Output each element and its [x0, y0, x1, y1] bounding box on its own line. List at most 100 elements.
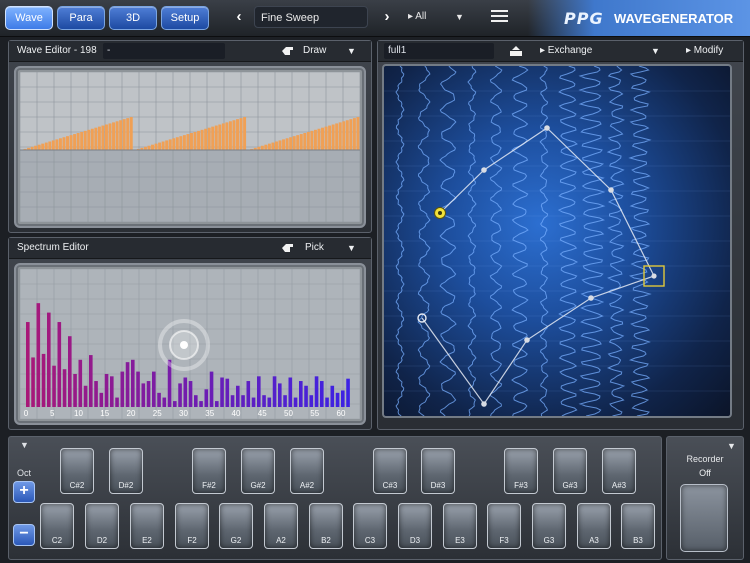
- envelope-node[interactable]: [481, 167, 487, 173]
- harmonic-bar[interactable]: [314, 376, 319, 407]
- harmonic-bar[interactable]: [146, 381, 151, 407]
- preset-name-field[interactable]: Fine Sweep: [254, 6, 368, 28]
- harmonic-bar[interactable]: [257, 376, 261, 407]
- wave-sample-bar[interactable]: [204, 128, 208, 150]
- morph-canvas[interactable]: [384, 66, 730, 416]
- wave-sample-bar[interactable]: [172, 138, 176, 150]
- harmonic-bar[interactable]: [52, 365, 56, 407]
- wave-sample-bar[interactable]: [345, 120, 349, 150]
- wave-sample-bar[interactable]: [41, 143, 45, 150]
- tab-wave[interactable]: Wave: [5, 6, 53, 30]
- wave-sample-bar[interactable]: [69, 135, 73, 150]
- harmonic-bar[interactable]: [152, 371, 156, 407]
- envelope-node[interactable]: [544, 125, 550, 131]
- harmonic-bar[interactable]: [267, 397, 272, 407]
- wave-sample-bar[interactable]: [271, 142, 275, 150]
- wave-sample-bar[interactable]: [193, 131, 197, 150]
- envelope-node[interactable]: [588, 295, 594, 301]
- chevron-down-icon[interactable]: ▼: [347, 41, 356, 61]
- wave-sample-bar[interactable]: [342, 121, 346, 150]
- wave-sample-bar[interactable]: [112, 122, 116, 150]
- harmonic-bar[interactable]: [335, 392, 340, 407]
- exchange-menu[interactable]: ▸ Exchange: [540, 41, 592, 61]
- tab-3d[interactable]: 3D: [109, 6, 157, 30]
- wave-sample-bar[interactable]: [80, 131, 84, 150]
- wave-sample-bar[interactable]: [186, 134, 190, 150]
- wave-sample-bar[interactable]: [349, 119, 353, 150]
- tab-para[interactable]: Para: [57, 6, 105, 30]
- pick-tool-label[interactable]: Pick: [305, 238, 324, 258]
- wave-sample-bar[interactable]: [282, 139, 286, 150]
- piano-key-d2[interactable]: D2: [85, 503, 119, 549]
- piano-key-c2[interactable]: C2: [40, 503, 74, 549]
- piano-key-g3[interactable]: G3: [532, 503, 566, 549]
- wave-editor-display[interactable]: [14, 66, 366, 228]
- harmonic-bar[interactable]: [188, 381, 193, 407]
- harmonic-bar[interactable]: [299, 381, 303, 407]
- harmonic-bar[interactable]: [94, 381, 98, 407]
- wave-sample-bar[interactable]: [264, 144, 268, 150]
- wave-sample-bar[interactable]: [338, 122, 342, 150]
- hand-icon[interactable]: [281, 45, 295, 57]
- wave-sample-bar[interactable]: [317, 128, 321, 150]
- piano-key-ds2[interactable]: D#2: [109, 448, 143, 494]
- modify-menu[interactable]: ▸ Modify: [686, 41, 723, 61]
- wave-sample-bar[interactable]: [292, 136, 296, 150]
- harmonic-bar[interactable]: [194, 395, 198, 407]
- wave-sample-bar[interactable]: [37, 144, 41, 150]
- wave-sample-bar[interactable]: [200, 129, 204, 150]
- wave-sample-bar[interactable]: [296, 135, 300, 150]
- wave-sample-bar[interactable]: [94, 127, 98, 150]
- harmonic-bar[interactable]: [283, 395, 287, 407]
- wave-sample-bar[interactable]: [87, 129, 91, 150]
- harmonic-bar[interactable]: [36, 303, 41, 407]
- wave-sample-bar[interactable]: [108, 123, 112, 150]
- piano-key-d3[interactable]: D3: [398, 503, 432, 549]
- wave-sample-bar[interactable]: [328, 125, 332, 150]
- wave-sample-bar[interactable]: [76, 133, 80, 150]
- wave-sample-bar[interactable]: [175, 137, 179, 150]
- piano-key-fs3[interactable]: F#3: [504, 448, 538, 494]
- envelope-node[interactable]: [643, 265, 665, 287]
- harmonic-bar[interactable]: [278, 383, 282, 407]
- wave-sample-bar[interactable]: [161, 141, 165, 151]
- wave-canvas[interactable]: [20, 72, 360, 222]
- wave-sample-bar[interactable]: [44, 142, 48, 150]
- piano-key-b2[interactable]: B2: [309, 503, 343, 549]
- harmonic-bar[interactable]: [199, 401, 203, 407]
- wave-sample-bar[interactable]: [207, 127, 211, 150]
- harmonic-bar[interactable]: [104, 373, 109, 407]
- wave-sample-bar[interactable]: [285, 138, 289, 150]
- hand-icon[interactable]: [281, 242, 295, 254]
- harmonic-bar[interactable]: [47, 312, 51, 407]
- wave-sample-bar[interactable]: [73, 134, 77, 150]
- harmonic-bar[interactable]: [215, 401, 219, 407]
- wave-sample-bar[interactable]: [90, 128, 94, 150]
- piano-key-cs2[interactable]: C#2: [60, 448, 94, 494]
- harmonic-bar[interactable]: [293, 397, 298, 407]
- wavetable-morph-display[interactable]: [382, 64, 732, 418]
- harmonic-bar[interactable]: [178, 383, 182, 407]
- wave-sample-bar[interactable]: [356, 117, 360, 150]
- harmonic-bar[interactable]: [272, 376, 277, 407]
- piano-key-gs2[interactable]: G#2: [241, 448, 275, 494]
- wave-sample-bar[interactable]: [48, 141, 52, 151]
- harmonic-bar[interactable]: [236, 385, 240, 407]
- wave-sample-bar[interactable]: [115, 121, 119, 150]
- chevron-down-icon[interactable]: ▼: [20, 440, 29, 450]
- harmonic-bar[interactable]: [157, 392, 161, 407]
- harmonic-bar[interactable]: [341, 390, 345, 407]
- wave-sample-bar[interactable]: [158, 142, 162, 150]
- wave-sample-bar[interactable]: [147, 145, 151, 150]
- wave-sample-bar[interactable]: [165, 140, 169, 150]
- piano-key-g2[interactable]: G2: [219, 503, 253, 549]
- piano-key-a2[interactable]: A2: [264, 503, 298, 549]
- harmonic-bar[interactable]: [173, 401, 177, 407]
- chevron-down-icon[interactable]: ▼: [651, 41, 660, 61]
- wave-sample-bar[interactable]: [55, 139, 59, 150]
- wave-sample-bar[interactable]: [236, 119, 239, 150]
- harmonic-bar[interactable]: [41, 353, 46, 407]
- piano-key-f3[interactable]: F3: [487, 503, 521, 549]
- piano-key-as2[interactable]: A#2: [290, 448, 324, 494]
- hamburger-menu-icon[interactable]: [491, 8, 508, 26]
